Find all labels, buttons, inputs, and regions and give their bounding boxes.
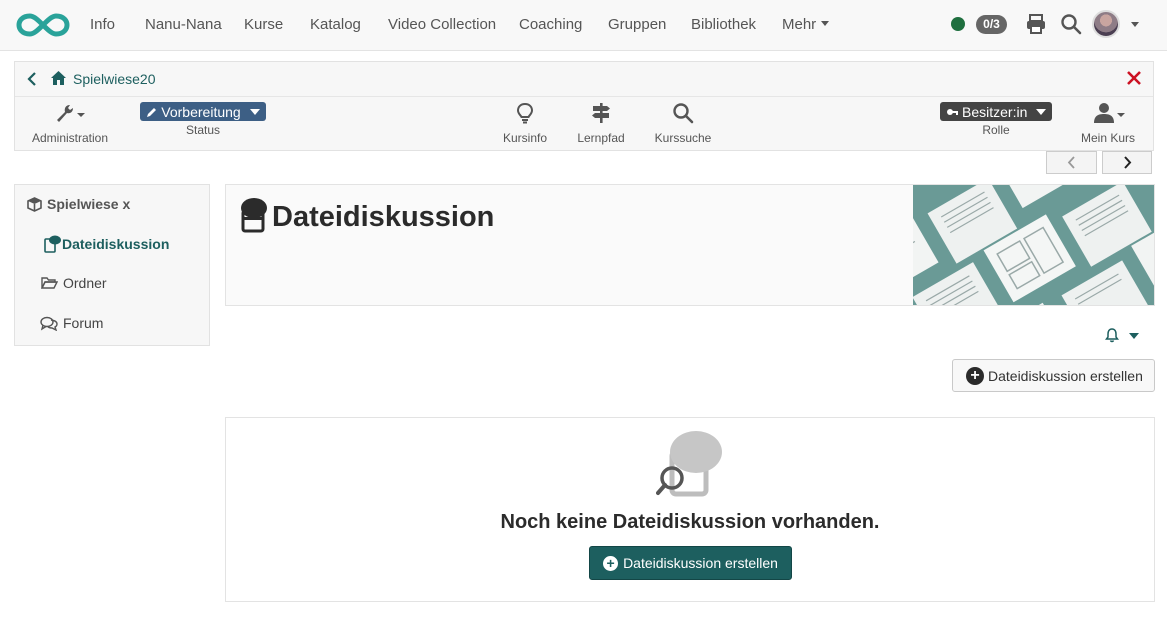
- user-avatar[interactable]: [1092, 10, 1120, 38]
- chevron-down-icon: [1036, 108, 1047, 115]
- plus-circle-icon: +: [603, 555, 619, 571]
- nav-info[interactable]: Info: [90, 16, 115, 33]
- infinity-logo-icon[interactable]: [16, 10, 70, 40]
- file-discussion-icon: [44, 235, 61, 253]
- chevron-down-icon[interactable]: [1129, 333, 1139, 339]
- lernpfad-tool[interactable]: Lernpfad: [573, 102, 629, 145]
- chevron-right-icon: [1124, 156, 1132, 169]
- home-icon[interactable]: [50, 70, 67, 86]
- nav-mehr[interactable]: Mehr: [782, 16, 830, 33]
- menu-item-label: Dateidiskussion: [62, 236, 170, 252]
- bell-icon[interactable]: [1104, 327, 1120, 343]
- forum-icon: [40, 316, 58, 331]
- mein-kurs-label: Mein Kurs: [1080, 131, 1136, 145]
- chevron-left-icon: [1067, 156, 1075, 169]
- nav-katalog[interactable]: Katalog: [310, 16, 361, 33]
- menu-item-forum[interactable]: Forum: [40, 315, 103, 331]
- menu-item-label: Forum: [63, 315, 104, 331]
- nav-gruppen[interactable]: Gruppen: [608, 16, 666, 33]
- printer-icon[interactable]: [1025, 13, 1047, 35]
- key-icon: [947, 108, 958, 115]
- nav-nanu-nana[interactable]: Nanu-Nana: [145, 16, 222, 33]
- rolle-dropdown[interactable]: Besitzer:in: [940, 102, 1053, 121]
- file-discussion-icon: [241, 198, 267, 233]
- menu-root[interactable]: Spielwiese x: [27, 196, 130, 212]
- online-status-icon[interactable]: [951, 17, 965, 31]
- plus-circle-icon: +: [966, 366, 984, 385]
- search-icon[interactable]: [1060, 13, 1082, 35]
- status-value: Vorbereitung: [161, 103, 241, 120]
- rolle-value: Besitzer:in: [962, 103, 1028, 120]
- kursinfo-tool[interactable]: Kursinfo: [497, 102, 553, 145]
- cube-icon: [27, 196, 42, 212]
- create-button-label: Dateidiskussion erstellen: [988, 367, 1143, 384]
- kurssuche-label: Kurssuche: [654, 131, 712, 145]
- page-header: Dateidiskussion: [225, 184, 1155, 306]
- page-title: Dateidiskussion: [272, 201, 495, 233]
- empty-discussion-illustration-icon: [656, 431, 722, 497]
- status-label: Status: [185, 123, 221, 137]
- chevron-down-icon[interactable]: [1131, 22, 1139, 27]
- chevron-down-icon: [821, 21, 830, 26]
- nav-kurse[interactable]: Kurse: [244, 16, 283, 33]
- assessment-badge[interactable]: 0/3: [976, 15, 1007, 34]
- rolle-label: Rolle: [982, 123, 1010, 137]
- user-icon: [1094, 103, 1125, 123]
- pencil-icon: [147, 107, 157, 117]
- menu-item-label: Ordner: [63, 275, 107, 291]
- create-file-discussion-primary-button[interactable]: + Dateidiskussion erstellen: [589, 546, 792, 580]
- menu-item-ordner[interactable]: Ordner: [41, 275, 107, 291]
- chevron-down-icon: [249, 108, 260, 115]
- lightbulb-icon: [516, 102, 534, 124]
- lernpfad-label: Lernpfad: [577, 131, 625, 145]
- folder-icon: [41, 277, 58, 289]
- rolle-tool[interactable]: Besitzer:in Rolle: [940, 102, 1053, 137]
- kursinfo-label: Kursinfo: [502, 131, 548, 145]
- previous-node-button[interactable]: [1046, 151, 1097, 174]
- header-decorative-image: [913, 185, 1154, 305]
- wrench-icon: [57, 105, 85, 122]
- primary-button-label: Dateidiskussion erstellen: [623, 555, 778, 571]
- mein-kurs-tool[interactable]: Mein Kurs: [1077, 102, 1139, 145]
- nav-bibliothek[interactable]: Bibliothek: [691, 16, 756, 33]
- nav-coaching[interactable]: Coaching: [519, 16, 582, 33]
- menu-root-label: Spielwiese x: [47, 196, 131, 212]
- course-title-link[interactable]: Spielwiese20: [73, 71, 156, 87]
- status-tool[interactable]: Vorbereitung Status: [140, 102, 266, 137]
- signpost-icon: [592, 103, 610, 123]
- administration-tool[interactable]: Administration: [29, 102, 111, 145]
- empty-state: Noch keine Dateidiskussion vorhanden. + …: [225, 417, 1155, 602]
- nav-video-collection[interactable]: Video Collection: [388, 16, 496, 33]
- menu-item-dateidiskussion[interactable]: Dateidiskussion: [43, 235, 169, 253]
- course-toolbar: Spielwiese20 Administration Vorbereitung…: [14, 61, 1154, 151]
- create-file-discussion-button[interactable]: + Dateidiskussion erstellen: [952, 359, 1155, 392]
- top-navigation: Info Nanu-Nana Kurse Katalog Video Colle…: [0, 0, 1167, 51]
- next-node-button[interactable]: [1102, 151, 1152, 174]
- status-dropdown[interactable]: Vorbereitung: [140, 102, 266, 121]
- chevron-left-icon[interactable]: [25, 71, 39, 87]
- nav-mehr-label: Mehr: [782, 16, 817, 33]
- kurssuche-tool[interactable]: Kurssuche: [649, 102, 717, 145]
- search-icon: [673, 103, 694, 124]
- course-breadcrumb: Spielwiese20: [15, 62, 1153, 97]
- empty-message: Noch keine Dateidiskussion vorhanden.: [500, 511, 880, 533]
- administration-label: Administration: [31, 131, 109, 145]
- close-icon[interactable]: [1125, 68, 1143, 88]
- course-menu: Spielwiese x Dateidiskussion Ordner Foru…: [14, 184, 210, 346]
